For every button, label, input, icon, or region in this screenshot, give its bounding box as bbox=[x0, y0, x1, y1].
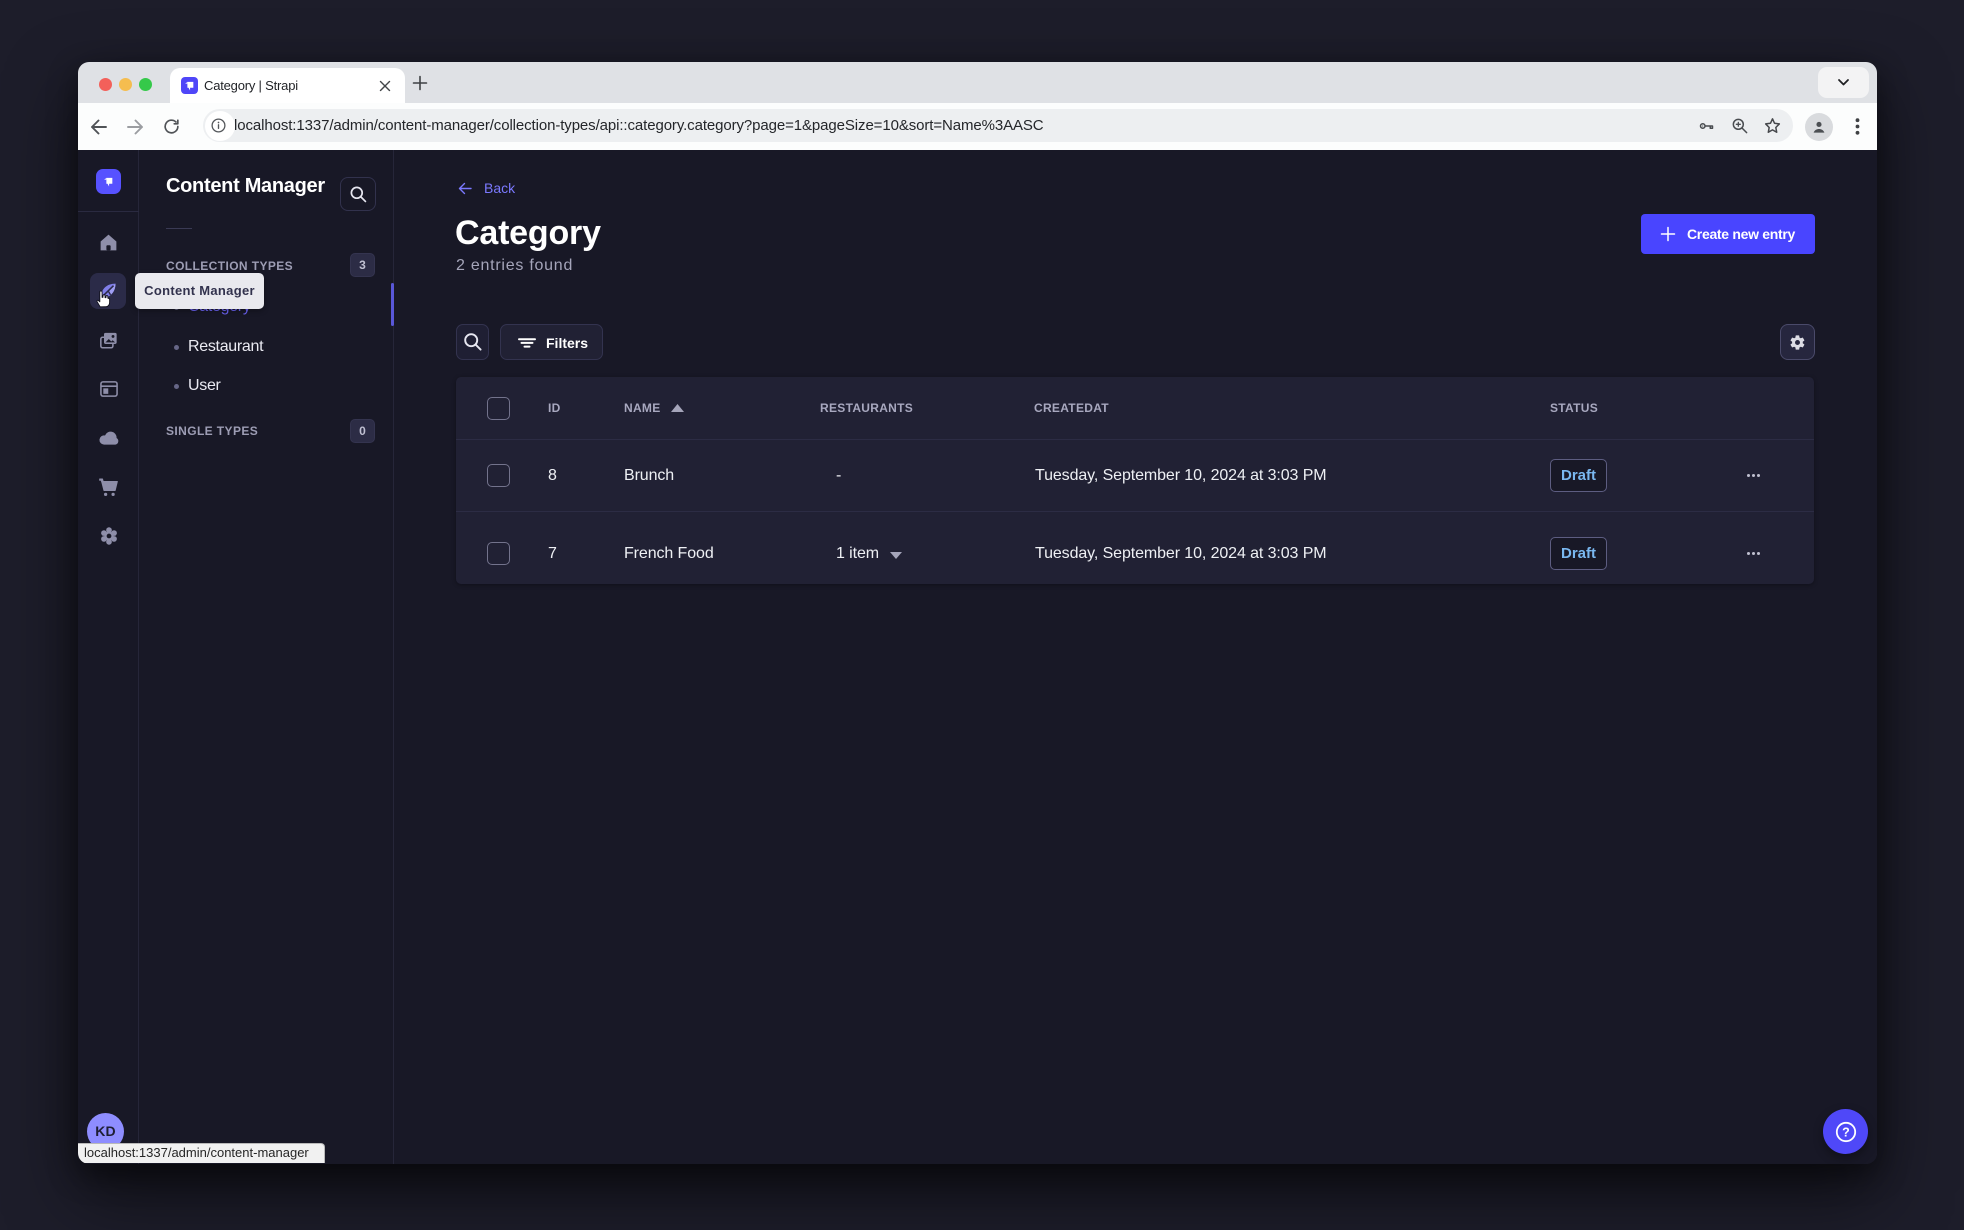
svg-text:?: ? bbox=[1842, 1125, 1850, 1139]
